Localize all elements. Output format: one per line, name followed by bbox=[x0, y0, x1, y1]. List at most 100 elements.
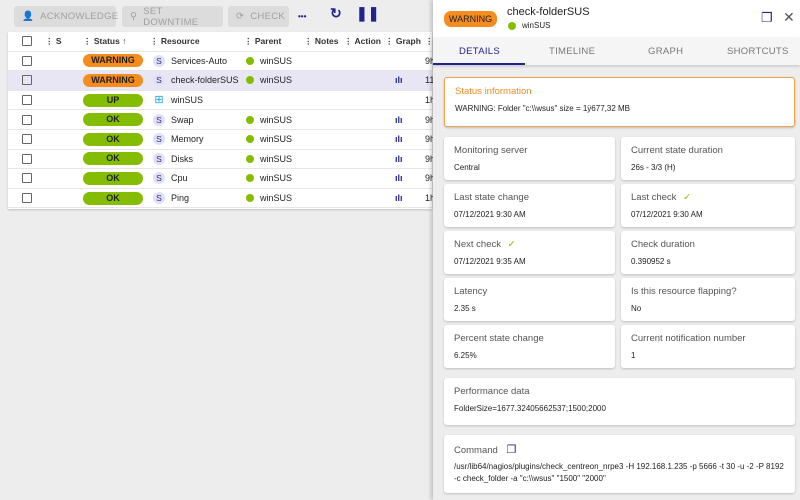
status-badge: OK bbox=[83, 152, 143, 166]
resource-name[interactable]: Memory bbox=[171, 134, 204, 144]
graph-icon[interactable]: ılı bbox=[395, 134, 403, 144]
col-graph[interactable]: ⋮ Graph bbox=[385, 36, 421, 47]
resource-name[interactable]: Disks bbox=[171, 154, 193, 164]
status-information-card: Status information WARNING: Folder "c:\\… bbox=[444, 77, 795, 127]
graph-icon[interactable]: ılı bbox=[395, 193, 403, 203]
refresh-icon[interactable]: ↻ bbox=[330, 5, 342, 22]
toolbar: 👤 ACKNOWLEDGE ⚲ SET DOWNTIME ⟳ CHECK ••• ↻ … bbox=[0, 0, 432, 32]
resource-name[interactable]: Swap bbox=[171, 115, 194, 125]
resource-name[interactable]: Ping bbox=[171, 193, 189, 203]
parent-name[interactable]: winSUS bbox=[260, 193, 292, 203]
detail-card: Last check ✓ 07/12/2021 9:30 AM bbox=[621, 184, 795, 227]
acknowledge-button[interactable]: 👤 ACKNOWLEDGE bbox=[14, 6, 118, 27]
parent-status-dot bbox=[246, 194, 254, 203]
graph-icon[interactable]: ılı bbox=[395, 75, 403, 85]
downtime-icon: ⚲ bbox=[130, 11, 138, 22]
parent-name[interactable]: winSUS bbox=[260, 115, 292, 125]
detail-card: Latency 2.35 s bbox=[444, 278, 615, 321]
parent-status-dot bbox=[246, 174, 254, 183]
graph-icon[interactable]: ılı bbox=[395, 173, 403, 183]
copy-command-icon[interactable]: ❐ bbox=[506, 444, 516, 456]
active-tab-indicator bbox=[433, 63, 525, 65]
status-badge: OK bbox=[83, 132, 143, 146]
table-row[interactable]: OK S Swap winSUS ılı 9h bbox=[8, 110, 435, 130]
parent-name[interactable]: winSUS bbox=[260, 134, 292, 144]
command-card: Command ❐ /usr/lib64/nagios/plugins/chec… bbox=[444, 435, 795, 493]
graph-icon[interactable]: ılı bbox=[395, 115, 403, 125]
resource-title: check-folderSUS bbox=[507, 6, 590, 18]
details-panel: WARNING check-folderSUS winSUS ❐ ✕ DETAI… bbox=[433, 0, 800, 500]
person-icon: 👤 bbox=[22, 11, 35, 22]
service-icon: S bbox=[153, 172, 165, 185]
table-row[interactable]: OK S Ping winSUS ılı 1h bbox=[8, 189, 435, 209]
row-checkbox[interactable] bbox=[22, 193, 32, 204]
parent-status-dot bbox=[246, 56, 254, 65]
tab-details[interactable]: DETAILS bbox=[459, 46, 500, 57]
service-icon: S bbox=[153, 133, 165, 146]
tab-graph[interactable]: GRAPH bbox=[648, 46, 683, 57]
check-button[interactable]: ⟳ CHECK bbox=[228, 6, 289, 27]
pause-icon[interactable]: ❚❚ bbox=[356, 5, 379, 22]
col-status[interactable]: ⋮ Status ↑ bbox=[83, 36, 126, 47]
row-checkbox[interactable] bbox=[22, 153, 32, 164]
table-row[interactable]: UP ⊞ winSUS 1h bbox=[8, 91, 435, 111]
sync-icon: ⟳ bbox=[236, 11, 245, 22]
status-badge: WARNING bbox=[83, 73, 143, 87]
table-row[interactable]: OK S Cpu winSUS ılı 9h bbox=[8, 169, 435, 189]
col-s[interactable]: ⋮ S bbox=[45, 36, 62, 47]
detail-card: Current notification number 1 bbox=[621, 325, 795, 368]
table-row[interactable]: WARNING S Services-Auto winSUS 9h bbox=[8, 52, 435, 72]
row-checkbox[interactable] bbox=[22, 75, 32, 86]
parent-status-dot bbox=[246, 154, 254, 163]
status-badge: OK bbox=[83, 191, 143, 205]
detail-card: Check duration 0.390952 s bbox=[621, 231, 795, 274]
parent-link[interactable]: winSUS bbox=[522, 21, 550, 30]
col-resource[interactable]: ⋮ Resource bbox=[150, 36, 200, 47]
more-button[interactable]: ••• bbox=[298, 12, 306, 21]
tab-shortcuts[interactable]: SHORTCUTS bbox=[727, 46, 789, 57]
select-all-checkbox[interactable] bbox=[22, 36, 32, 47]
table-row[interactable]: OK S Memory winSUS ılı 9h bbox=[8, 130, 435, 150]
detail-card: Is this resource flapping? No bbox=[621, 278, 795, 321]
check-icon: ✓ bbox=[683, 192, 692, 203]
performance-data-card: Performance data FolderSize=1677.3240566… bbox=[444, 378, 795, 425]
tabs: DETAILS TIMELINE GRAPH SHORTCUTS bbox=[433, 38, 800, 65]
resource-name[interactable]: Cpu bbox=[171, 173, 188, 183]
resource-name[interactable]: winSUS bbox=[171, 95, 203, 105]
parent-name[interactable]: winSUS bbox=[260, 154, 292, 164]
row-checkbox[interactable] bbox=[22, 55, 32, 66]
detail-card: Next check ✓ 07/12/2021 9:35 AM bbox=[444, 231, 615, 274]
status-badge: OK bbox=[83, 113, 143, 127]
row-checkbox[interactable] bbox=[22, 95, 32, 106]
row-checkbox[interactable] bbox=[22, 114, 32, 125]
detail-card: Last state change 07/12/2021 9:30 AM bbox=[444, 184, 615, 227]
status-badge: UP bbox=[83, 93, 143, 107]
row-checkbox[interactable] bbox=[22, 134, 32, 145]
service-icon: S bbox=[153, 74, 165, 87]
close-icon[interactable]: ✕ bbox=[783, 9, 795, 26]
sort-arrow-icon: ↑ bbox=[122, 35, 127, 46]
resource-name[interactable]: check-folderSUS bbox=[171, 75, 239, 85]
table-row[interactable]: WARNING S check-folderSUS winSUS ılı 11 bbox=[8, 71, 434, 91]
resource-name[interactable]: Services-Auto bbox=[171, 56, 227, 66]
col-notes[interactable]: ⋮ Notes bbox=[304, 36, 339, 47]
graph-icon[interactable]: ılı bbox=[395, 154, 403, 164]
col-parent[interactable]: ⋮ Parent bbox=[244, 36, 281, 47]
tab-timeline[interactable]: TIMELINE bbox=[549, 46, 595, 57]
col-action[interactable]: ⋮ Action bbox=[344, 36, 381, 47]
parent-name[interactable]: winSUS bbox=[260, 173, 292, 183]
set-downtime-button[interactable]: ⚲ SET DOWNTIME bbox=[122, 6, 223, 28]
status-dot bbox=[508, 22, 516, 30]
table-row[interactable]: OK S Disks winSUS ılı 9h bbox=[8, 150, 435, 170]
check-icon: ✓ bbox=[507, 239, 516, 250]
status-badge: WARNING bbox=[83, 54, 143, 68]
status-badge: OK bbox=[83, 171, 143, 185]
service-icon: S bbox=[153, 152, 165, 165]
row-checkbox[interactable] bbox=[22, 173, 32, 184]
service-icon: S bbox=[153, 192, 165, 205]
parent-name[interactable]: winSUS bbox=[260, 56, 292, 66]
parent-name[interactable]: winSUS bbox=[260, 75, 292, 85]
detail-card: Monitoring server Central bbox=[444, 137, 615, 180]
copy-icon[interactable]: ❐ bbox=[761, 10, 773, 26]
service-icon: S bbox=[153, 54, 165, 67]
